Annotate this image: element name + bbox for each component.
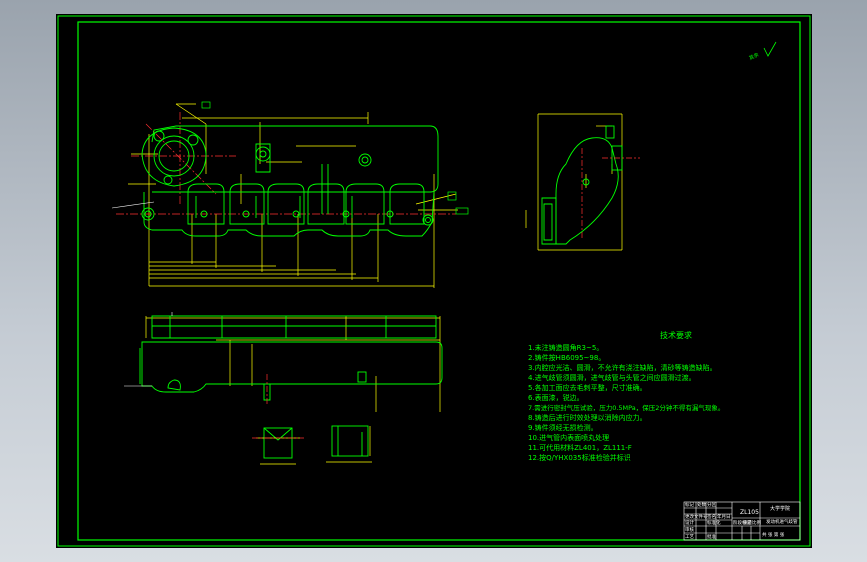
tech-req-title: 技术要求 (660, 330, 692, 340)
section-details (252, 425, 372, 465)
role-design: 设计 (685, 519, 694, 526)
roughness-note: 其余 (748, 51, 760, 62)
tech-req-item-3: 3.内腔应光洁、圆滑，不允许有浇注缺陷，清砂等铸造缺陷。 (528, 363, 717, 372)
tech-req-item-9: 9.铸件须经无损检测。 (528, 423, 598, 432)
role-process: 工艺 (685, 534, 694, 540)
drawing-sheet: 其余 技术要求 1.未注铸造圆角R3~5。 2.铸件按HB6095~98。 3.… (56, 14, 812, 548)
frame-border (77, 21, 801, 541)
role-standard: 标准化 (707, 519, 721, 526)
sheet-info: 共 张 第 张 (762, 531, 785, 538)
top-view (124, 312, 443, 412)
tech-req-item-7: 7.需进行密封气压试验，压力0.5MPa，保压2分钟不得有漏气现象。 (528, 403, 724, 412)
role-review: 审核 (685, 526, 694, 533)
revision-label-2: 处数 (697, 501, 706, 508)
revision-label-4: 更改文件号 (685, 513, 708, 520)
company-label: 大学学院 (770, 505, 790, 512)
revision-label-1: 标记 (685, 501, 694, 508)
tech-req-item-8: 8.铸造后进行时效处理以消除内应力。 (528, 413, 647, 422)
revision-label-3: 分区 (707, 501, 716, 508)
material-label: ZL105 (740, 509, 759, 516)
tech-req-item-12: 12.按Q/YHX035标准检验并标识 (528, 453, 631, 462)
front-view (111, 101, 469, 288)
tech-req-item-4: 4.进气歧管须圆滑，进气歧管与头管之间应圆滑过渡。 (528, 373, 696, 382)
tech-req-item-1: 1.未注铸造圆角R3~5。 (528, 343, 603, 352)
roughness-symbol (763, 41, 777, 57)
revision-label-6: 年月日 (717, 513, 731, 520)
side-view (525, 113, 640, 251)
tech-req-item-11: 11.可代用材料ZL401，ZL111-F (528, 443, 632, 452)
revision-label-5: 签名 (707, 513, 716, 520)
tech-req-item-5: 5.各加工面应去毛刺平整，尺寸准确。 (528, 383, 647, 392)
tech-req-item-2: 2.铸件按HB6095~98。 (528, 353, 605, 362)
drawing-name-label: 发动机进气歧管 (766, 518, 798, 525)
title-block-text: ZL105 大学学院 发动机进气歧管 标记 处数 分区 更改文件号 签名 年月日… (685, 501, 798, 540)
tech-req-item-10: 10.进气管内表面喷丸处理 (528, 433, 609, 442)
role-approve: 批准 (707, 533, 716, 540)
tech-requirements: 技术要求 1.未注铸造圆角R3~5。 2.铸件按HB6095~98。 3.内腔应… (528, 330, 724, 462)
cad-drawing: 其余 技术要求 1.未注铸造圆角R3~5。 2.铸件按HB6095~98。 3.… (57, 15, 811, 547)
meta-scale: 比例 (752, 519, 761, 526)
tech-req-item-6: 6.表面漆，锐边。 (528, 393, 584, 402)
